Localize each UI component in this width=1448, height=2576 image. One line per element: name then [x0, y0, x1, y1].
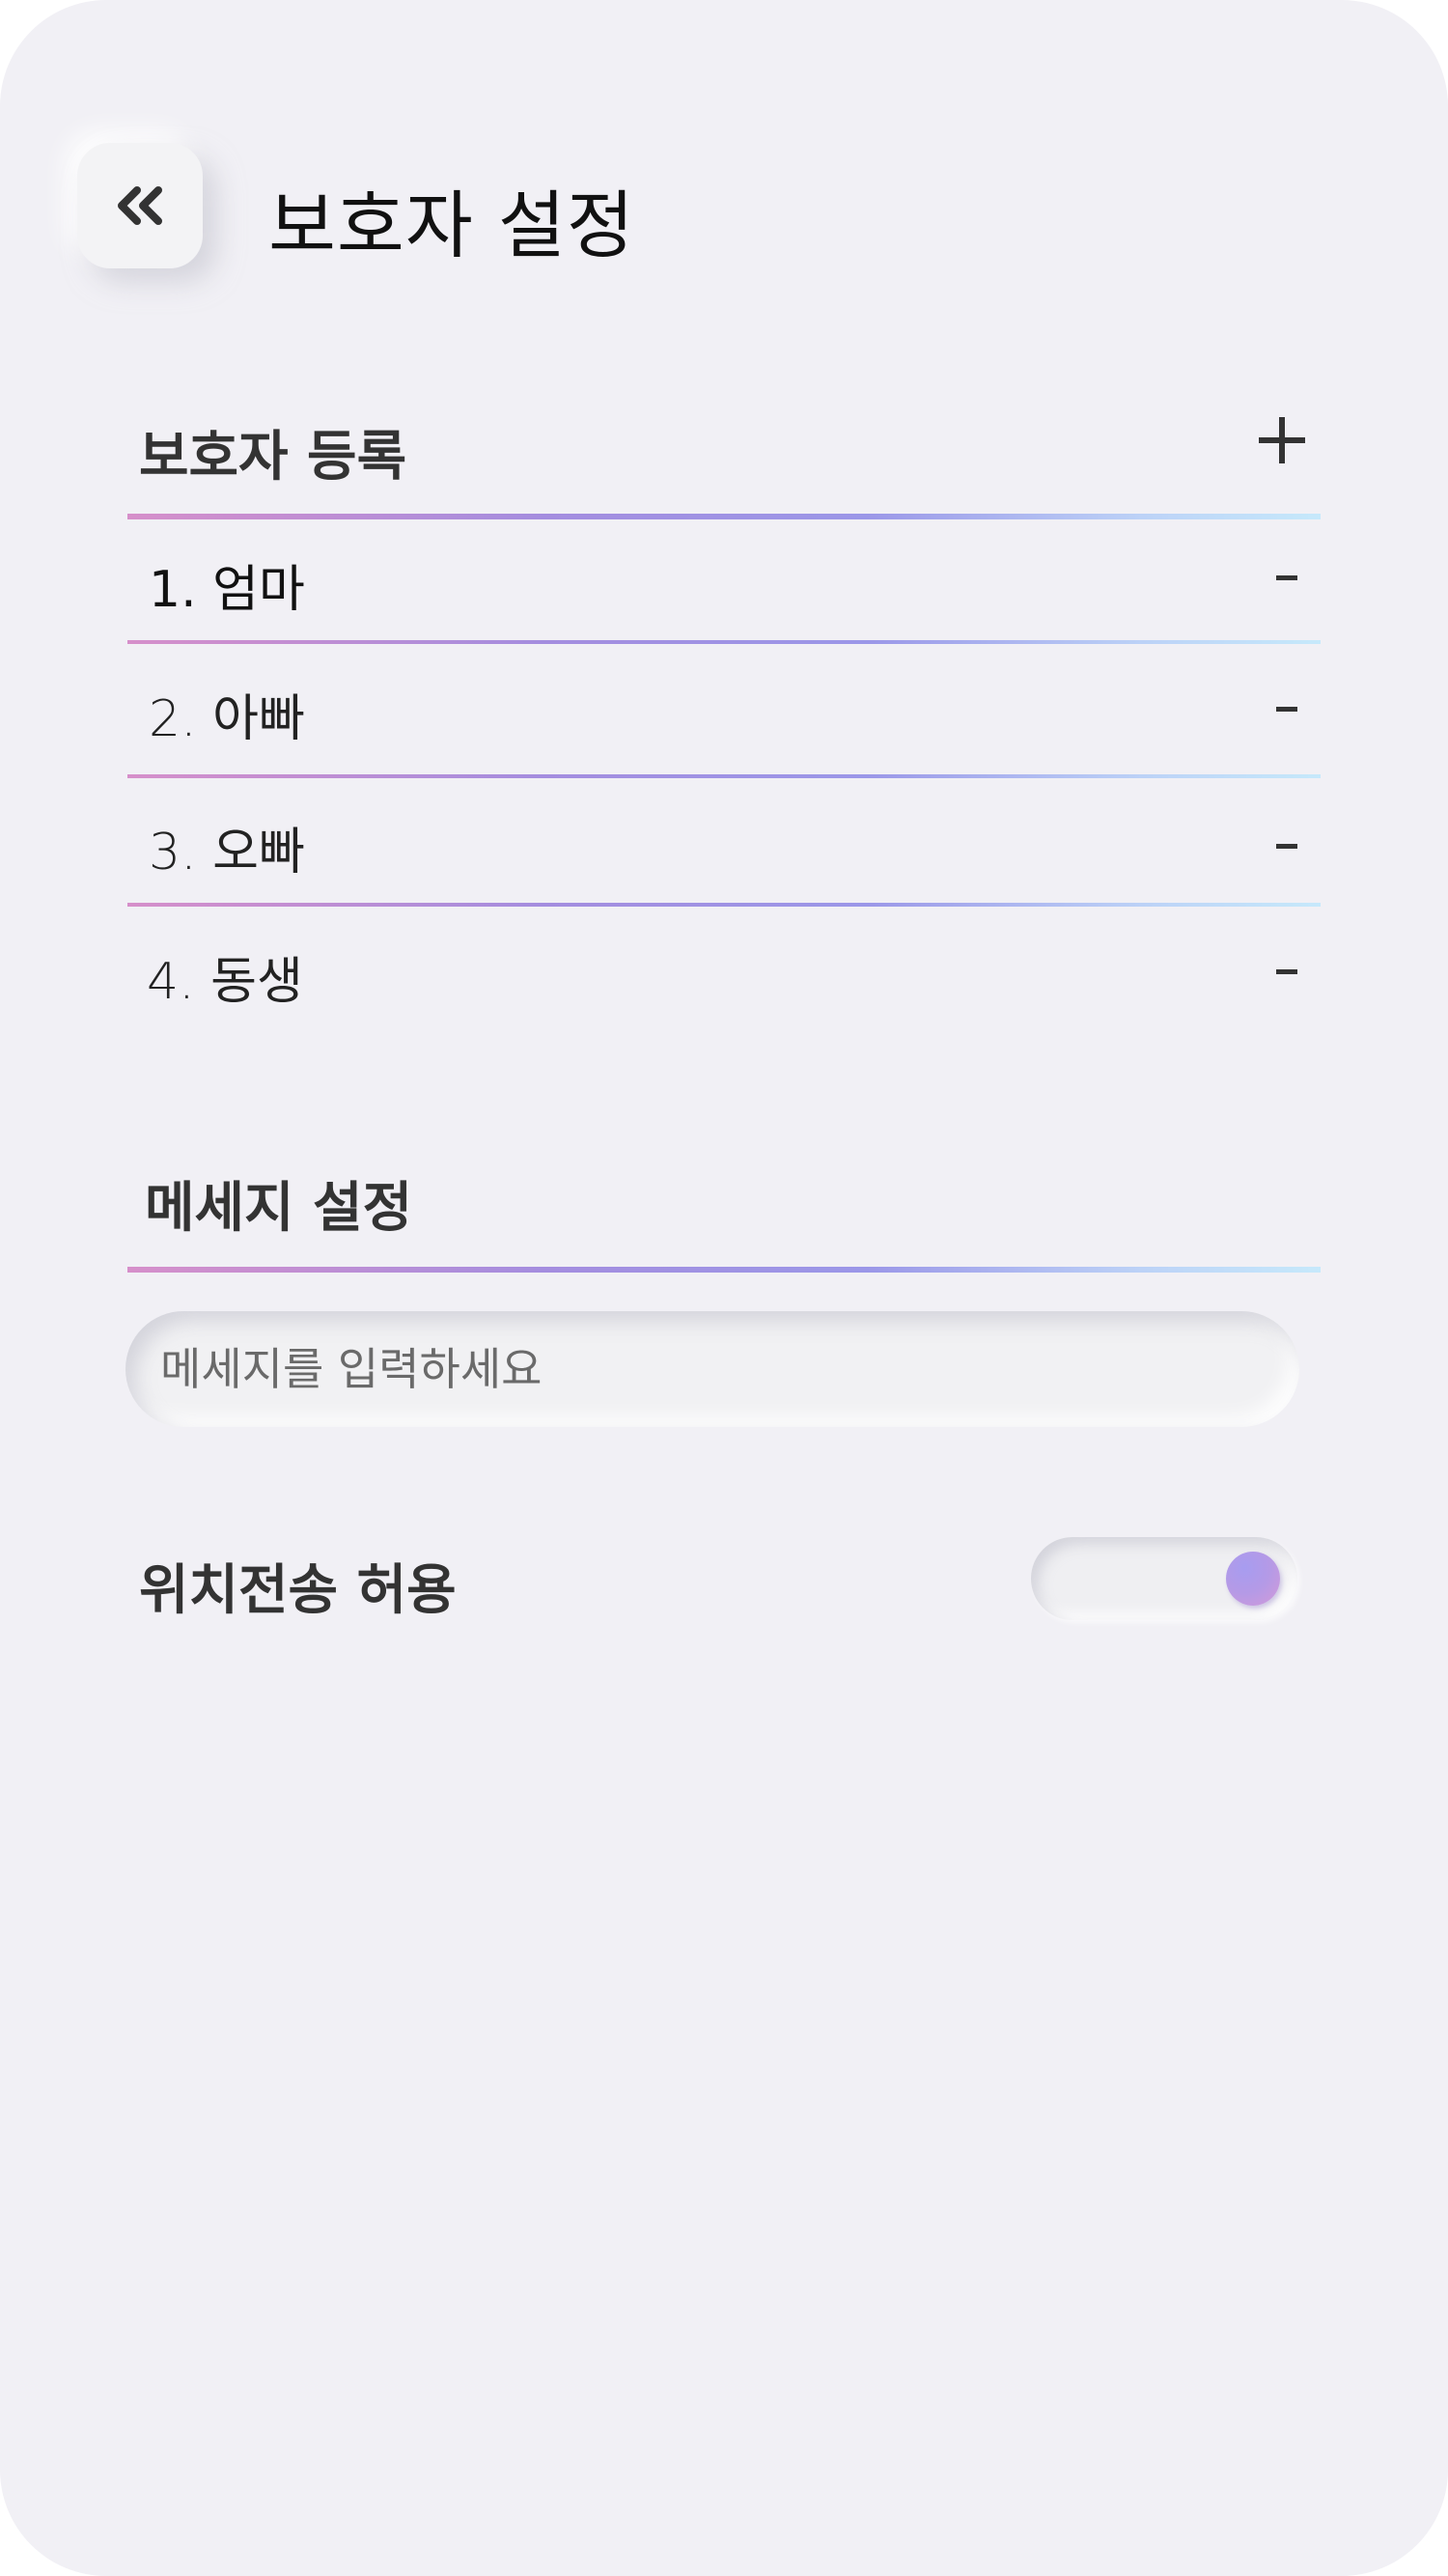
- minus-icon: [1276, 969, 1297, 974]
- remove-guardian-button[interactable]: [1253, 668, 1321, 745]
- guardian-row: 4. 동생: [127, 911, 1321, 1027]
- remove-guardian-button[interactable]: [1253, 931, 1321, 1008]
- minus-icon: [1276, 707, 1297, 712]
- toggle-knob: [1226, 1552, 1280, 1606]
- guardian-section-title: 보호자 등록: [139, 426, 407, 489]
- guardian-row: 1. 엄마: [127, 519, 1321, 635]
- double-chevron-left-icon: [118, 186, 162, 225]
- message-input[interactable]: [125, 1311, 1299, 1427]
- divider: [127, 774, 1321, 778]
- divider: [127, 640, 1321, 644]
- guardian-row: 2. 아빠: [127, 649, 1321, 765]
- location-toggle-label: 위치전송 허용: [139, 1559, 457, 1622]
- minus-icon: [1276, 575, 1297, 580]
- location-toggle[interactable]: [1031, 1537, 1297, 1620]
- page-title: 보호자 설정: [268, 182, 635, 268]
- divider: [127, 1267, 1321, 1273]
- minus-icon: [1276, 844, 1297, 849]
- guardian-settings-screen: 보호자 설정 보호자 등록 1. 엄마 2. 아빠 3. 오빠 4. 동생 메세…: [0, 0, 1448, 2576]
- remove-guardian-button[interactable]: [1253, 801, 1321, 879]
- remove-guardian-button[interactable]: [1253, 539, 1321, 616]
- back-button[interactable]: [77, 143, 203, 268]
- guardian-label: 3. 오빠: [149, 824, 305, 882]
- add-guardian-button[interactable]: [1255, 413, 1309, 467]
- guardian-label: 1. 엄마: [149, 561, 305, 619]
- message-section-title: 메세지 설정: [145, 1177, 413, 1240]
- guardian-label: 2. 아빠: [149, 690, 305, 748]
- divider: [127, 903, 1321, 907]
- guardian-label: 4. 동생: [147, 953, 303, 1011]
- guardian-row: 3. 오빠: [127, 782, 1321, 898]
